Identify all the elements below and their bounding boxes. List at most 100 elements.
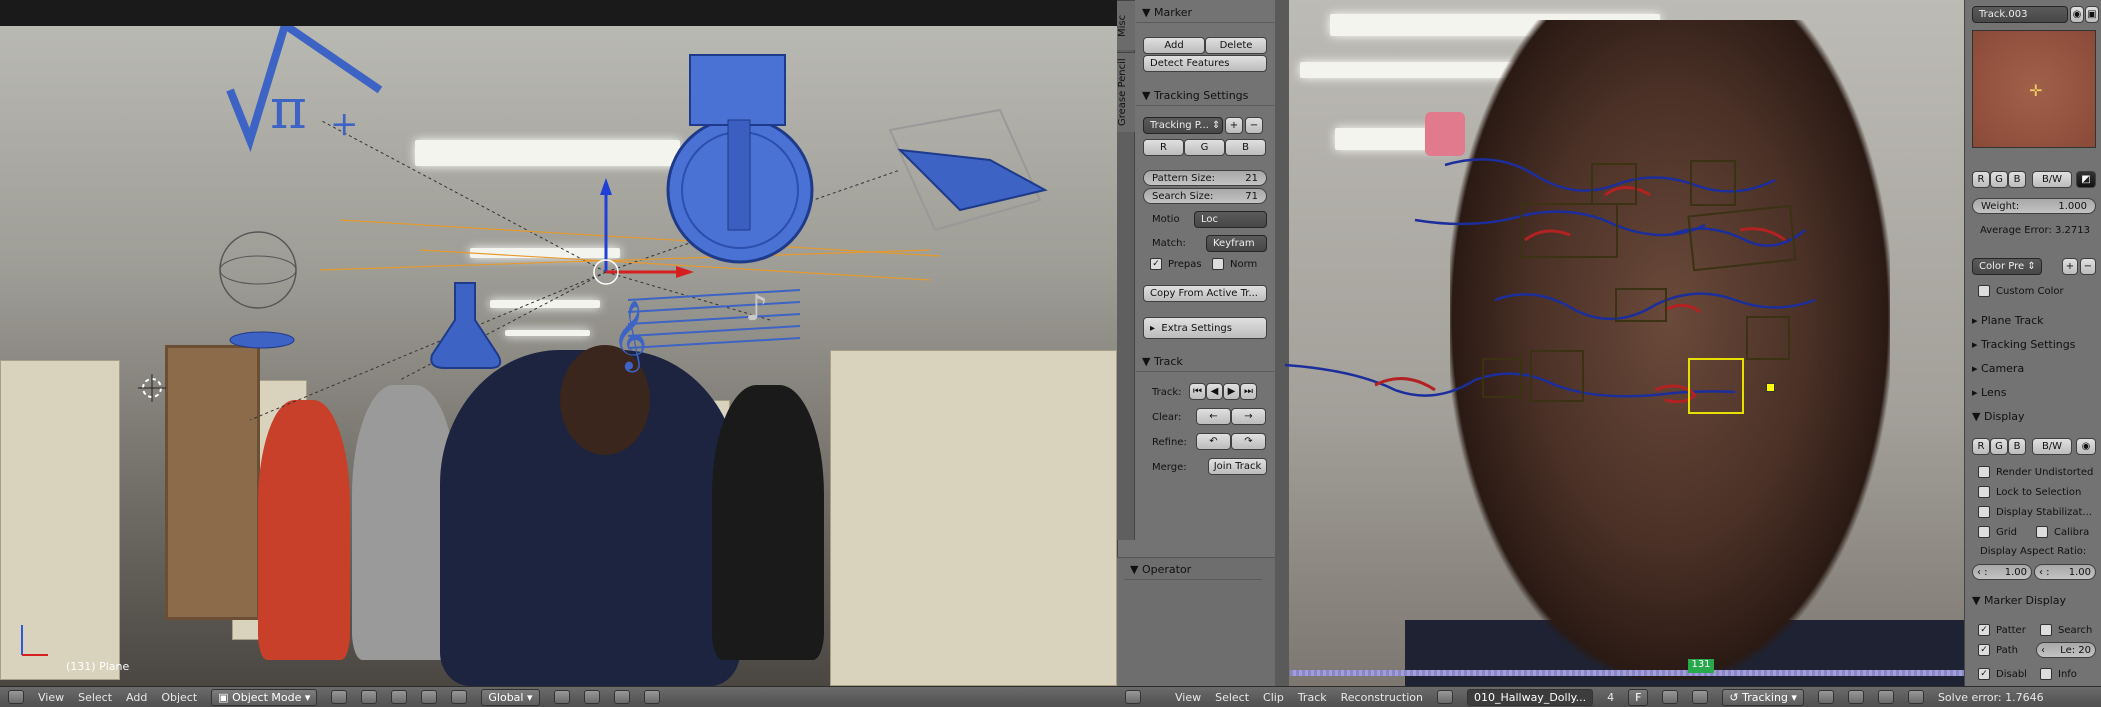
track-marker[interactable] bbox=[1615, 288, 1667, 322]
prepass-checkbox[interactable]: ✓ bbox=[1150, 258, 1162, 270]
track-marker[interactable] bbox=[1690, 160, 1736, 206]
track-marker[interactable] bbox=[1687, 204, 1797, 272]
tab-grease-pencil[interactable]: Grease Pencil bbox=[1117, 52, 1135, 132]
aspect-x-field[interactable]: ‹ :1.00 bbox=[1972, 564, 2032, 580]
pivot-icon[interactable] bbox=[1877, 690, 1894, 704]
display-bw-toggle[interactable]: B/W bbox=[2032, 438, 2072, 455]
motion-model-dropdown[interactable]: Loc bbox=[1194, 211, 1267, 228]
menu-add[interactable]: Add bbox=[126, 691, 147, 704]
channel-g-toggle[interactable]: G bbox=[1184, 139, 1225, 156]
track-backwards-button[interactable]: ◀ bbox=[1206, 383, 1223, 400]
refine-backwards-button[interactable]: ↶ bbox=[1196, 433, 1231, 450]
clip-browse-icon[interactable] bbox=[1436, 690, 1453, 704]
3d-viewport[interactable]: π + 𝄞 ♪ (131) Plane bbox=[0, 0, 1117, 686]
track-marker[interactable] bbox=[1482, 358, 1522, 398]
path-checkbox[interactable]: ✓ bbox=[1978, 644, 1990, 656]
match-dropdown[interactable]: Keyfram bbox=[1206, 235, 1267, 252]
operator-panel-title[interactable]: ▼ Operator bbox=[1124, 560, 1262, 580]
pattern-size-field[interactable]: Pattern Size: 21 bbox=[1143, 170, 1267, 186]
add-marker-button[interactable]: Add bbox=[1143, 37, 1205, 54]
track-forwards-sequence-button[interactable]: ⏭ bbox=[1240, 383, 1257, 400]
menu-view[interactable]: View bbox=[1175, 691, 1201, 704]
track-backwards-sequence-button[interactable]: ⏮ bbox=[1189, 383, 1206, 400]
marker-display-panel-title[interactable]: ▼ Marker Display bbox=[1972, 594, 2066, 607]
refine-forwards-button[interactable]: ↷ bbox=[1231, 433, 1266, 450]
mode-selector[interactable]: ▣ Object Mode ▾ bbox=[211, 688, 318, 706]
camera-icon[interactable]: ▣ bbox=[2085, 6, 2099, 23]
track-marker[interactable] bbox=[1520, 203, 1618, 258]
calibration-checkbox[interactable] bbox=[2036, 526, 2048, 538]
contrast-icon[interactable]: ◩ bbox=[2076, 171, 2096, 188]
preview-r-toggle[interactable]: R bbox=[1972, 171, 1990, 188]
track-forwards-button[interactable]: ▶ bbox=[1223, 383, 1240, 400]
display-r-toggle[interactable]: R bbox=[1972, 438, 1990, 455]
clip-name-field[interactable]: 010_Hallway_Dolly... bbox=[1466, 688, 1594, 706]
extra-settings-toggle[interactable]: ▸ Extra Settings bbox=[1143, 317, 1267, 339]
copy-from-active-button[interactable]: Copy From Active Tr... bbox=[1143, 285, 1267, 302]
menu-track[interactable]: Track bbox=[1298, 691, 1327, 704]
plus-icon[interactable]: + bbox=[2062, 258, 2078, 275]
track-panel-title[interactable]: ▼ Track bbox=[1136, 352, 1274, 372]
info-checkbox[interactable] bbox=[2040, 668, 2052, 680]
lock-icon[interactable] bbox=[1907, 690, 1924, 704]
plane-track-panel-title[interactable]: ▸ Plane Track bbox=[1972, 314, 2043, 327]
menu-select[interactable]: Select bbox=[1215, 691, 1249, 704]
remove-preset-button[interactable]: − bbox=[1245, 117, 1263, 134]
eye-icon[interactable]: ◉ bbox=[2070, 6, 2084, 23]
grid-checkbox[interactable] bbox=[1978, 526, 1990, 538]
search-size-field[interactable]: Search Size: 71 bbox=[1143, 188, 1267, 204]
search-checkbox[interactable] bbox=[2040, 624, 2052, 636]
path-length-field[interactable]: ‹ Le: 20 bbox=[2036, 642, 2096, 658]
rotate-icon[interactable] bbox=[451, 690, 468, 704]
delete-marker-button[interactable]: Delete bbox=[1205, 37, 1267, 54]
manipulator-icon[interactable] bbox=[391, 690, 408, 704]
preview-bw-toggle[interactable]: B/W bbox=[2032, 171, 2072, 188]
detect-features-button[interactable]: Detect Features bbox=[1143, 55, 1267, 72]
menu-object[interactable]: Object bbox=[161, 691, 197, 704]
track-marker[interactable] bbox=[1746, 316, 1790, 360]
track-marker[interactable] bbox=[1530, 350, 1584, 402]
channel-b-toggle[interactable]: B bbox=[1225, 139, 1266, 156]
menu-select[interactable]: Select bbox=[78, 691, 112, 704]
join-track-button[interactable]: Join Track bbox=[1208, 458, 1267, 475]
clear-after-button[interactable]: → bbox=[1231, 408, 1266, 425]
render-icon[interactable] bbox=[643, 690, 660, 704]
eye-icon[interactable]: ◉ bbox=[2076, 438, 2096, 455]
color-preset-dropdown[interactable]: Color Pre ⇕ bbox=[1972, 258, 2042, 275]
preview-g-toggle[interactable]: G bbox=[1990, 171, 2008, 188]
pivot-point-icon[interactable] bbox=[361, 690, 378, 704]
lens-panel-title[interactable]: ▸ Lens bbox=[1972, 386, 2006, 399]
translate-icon[interactable] bbox=[421, 690, 438, 704]
track-marker[interactable] bbox=[1591, 163, 1637, 205]
custom-color-checkbox[interactable] bbox=[1978, 285, 1990, 297]
normalize-checkbox[interactable] bbox=[1212, 258, 1224, 270]
tracking-settings-panel-title[interactable]: ▸ Tracking Settings bbox=[1972, 338, 2075, 351]
disabled-checkbox[interactable]: ✓ bbox=[1978, 668, 1990, 680]
orientation-selector[interactable]: Global ▾ bbox=[481, 688, 540, 706]
add-preset-button[interactable]: + bbox=[1225, 117, 1243, 134]
menu-clip[interactable]: Clip bbox=[1263, 691, 1284, 704]
display-b-toggle[interactable]: B bbox=[2008, 438, 2026, 455]
layers-icon[interactable] bbox=[583, 690, 600, 704]
editor-type-icon[interactable] bbox=[8, 690, 24, 704]
display-panel-title[interactable]: ▼ Display bbox=[1972, 410, 2025, 423]
preview-b-toggle[interactable]: B bbox=[2008, 171, 2026, 188]
camera-panel-title[interactable]: ▸ Camera bbox=[1972, 362, 2024, 375]
display-stabilization-checkbox[interactable] bbox=[1978, 506, 1990, 518]
menu-reconstruction[interactable]: Reconstruction bbox=[1341, 691, 1423, 704]
track-name-field[interactable]: Track.003 bbox=[1972, 6, 2068, 23]
aspect-y-field[interactable]: ‹ :1.00 bbox=[2034, 564, 2096, 580]
fake-user-toggle[interactable]: F bbox=[1628, 688, 1649, 706]
close-icon[interactable] bbox=[1692, 690, 1709, 704]
marker-panel-title[interactable]: ▼ Marker bbox=[1136, 3, 1274, 23]
mode-selector[interactable]: ↺ Tracking ▾ bbox=[1722, 688, 1804, 706]
tab-misc[interactable]: Misc bbox=[1117, 0, 1135, 50]
layers-icon[interactable] bbox=[553, 690, 570, 704]
open-folder-icon[interactable] bbox=[1662, 690, 1679, 704]
view-mode-icon[interactable] bbox=[1817, 690, 1834, 704]
minus-icon[interactable]: − bbox=[2080, 258, 2096, 275]
clear-before-button[interactable]: ← bbox=[1196, 408, 1231, 425]
tracking-preset-dropdown[interactable]: Tracking P... ⇕ bbox=[1143, 117, 1223, 134]
selected-track-marker[interactable] bbox=[1688, 358, 1744, 414]
graph-icon[interactable] bbox=[1847, 690, 1864, 704]
